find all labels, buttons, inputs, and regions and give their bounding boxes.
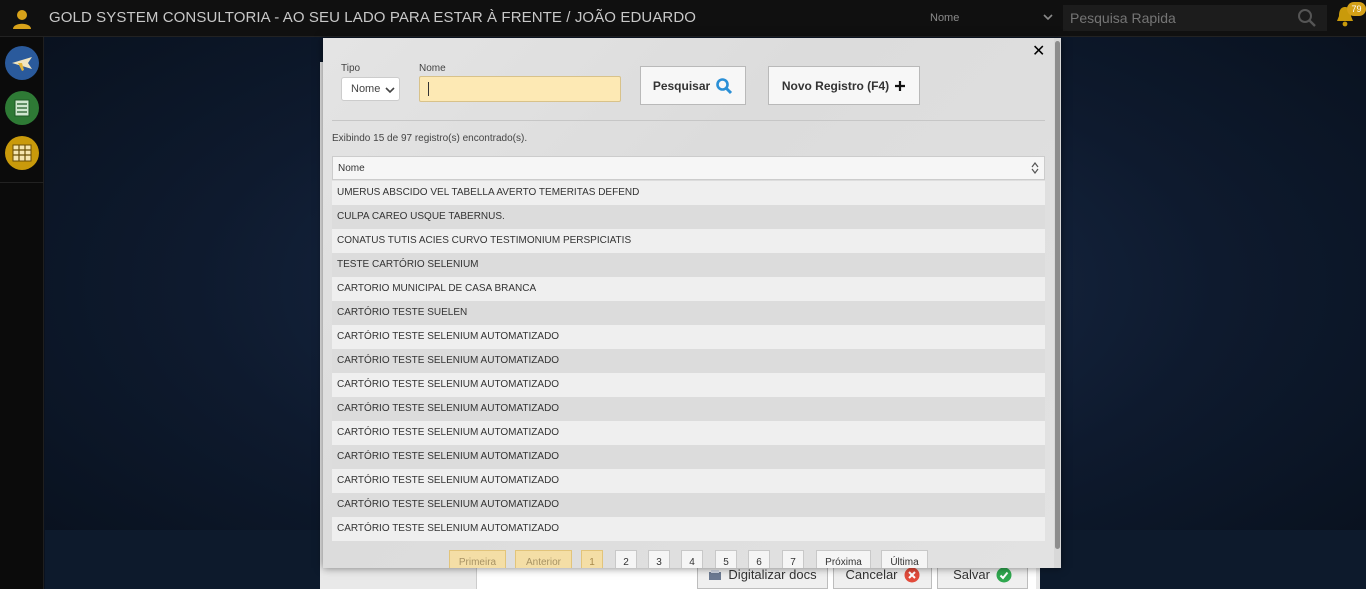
plus-icon [895,80,906,91]
pagination-page-5[interactable]: 5 [715,550,737,568]
pagination-page-7[interactable]: 7 [782,550,804,568]
user-avatar[interactable] [0,0,44,37]
scanner-icon [709,569,722,580]
table-row[interactable]: CARTORIO MUNICIPAL DE CASA BRANCA [332,277,1045,301]
rail-button-grid[interactable] [5,136,39,170]
results-summary: Exibindo 15 de 97 registro(s) encontrado… [332,133,528,144]
modal-scrollbar[interactable] [1054,38,1061,568]
nome-input[interactable] [419,76,621,102]
left-rail [0,37,44,589]
sort-icon[interactable] [1031,162,1039,174]
pagination-next[interactable]: Próxima [816,550,871,568]
pagination-previous[interactable]: Anterior [515,550,572,568]
list-icon [14,99,30,117]
table-row[interactable]: CULPA CAREO USQUE TABERNUS. [332,205,1045,229]
tipo-select-value: Nome [351,83,381,95]
pagination-page-2[interactable]: 2 [615,550,637,568]
table-row[interactable]: CARTÓRIO TESTE SELENIUM AUTOMATIZADO [332,421,1045,445]
table-row[interactable]: TESTE CARTÓRIO SELENIUM [332,253,1045,277]
table-row[interactable]: CARTÓRIO TESTE SELENIUM AUTOMATIZADO [332,493,1045,517]
column-header-nome[interactable]: Nome [332,156,1045,180]
rail-button-travel[interactable] [5,46,39,80]
check-circle-icon [996,567,1012,582]
cancel-label: Cancelar [845,567,898,582]
chevron-down-icon [385,87,395,94]
close-icon[interactable]: ✕ [1032,44,1046,60]
table-row[interactable]: CARTÓRIO TESTE SELENIUM AUTOMATIZADO [332,373,1045,397]
table-row[interactable]: CARTÓRIO TESTE SELENIUM AUTOMATIZADO [332,349,1045,373]
rail-divider [0,182,44,183]
table-row[interactable]: CONATUS TUTIS ACIES CURVO TESTIMONIUM PE… [332,229,1045,253]
search-button[interactable]: Pesquisar [640,66,746,105]
airplane-icon [12,57,32,71]
text-caret [428,82,429,96]
table-row[interactable]: CARTÓRIO TESTE SELENIUM AUTOMATIZADO [332,517,1045,541]
column-header-label: Nome [338,163,365,174]
tipo-label: Tipo [341,63,361,74]
grid-icon [12,144,32,162]
pagination-page-3[interactable]: 3 [648,550,670,568]
pagination-first[interactable]: Primeira [449,550,506,568]
tipo-select[interactable]: Nome [341,77,400,101]
app-title: GOLD SYSTEM CONSULTORIA - AO SEU LADO PA… [49,9,697,26]
new-record-label: Novo Registro (F4) [781,78,890,93]
notification-badge: 79 [1347,2,1366,16]
search-button-label: Pesquisar [652,78,711,93]
pagination-page-4[interactable]: 4 [681,550,703,568]
scan-docs-label: Digitalizar docs [728,567,817,582]
pagination-page-6[interactable]: 6 [748,550,770,568]
table-row[interactable]: CARTÓRIO TESTE SELENIUM AUTOMATIZADO [332,469,1045,493]
new-record-button[interactable]: Novo Registro (F4) [768,66,920,105]
search-type-value: Nome [930,12,960,24]
table-row[interactable]: UMERUS ABSCIDO VEL TABELLA AVERTO TEMERI… [332,181,1045,205]
results-list: UMERUS ABSCIDO VEL TABELLA AVERTO TEMERI… [332,181,1045,541]
search-icon[interactable] [1297,8,1317,28]
close-circle-icon [904,567,920,582]
user-icon [13,9,31,29]
quick-search-input[interactable] [1063,5,1327,31]
rail-button-list[interactable] [5,91,39,125]
pagination-page-1[interactable]: 1 [581,550,603,568]
search-icon [716,77,733,94]
search-modal: ✕ Tipo Nome Nome Pesquisar Novo Registro… [323,38,1061,568]
pagination-last[interactable]: Última [881,550,928,568]
table-row[interactable]: CARTÓRIO TESTE SELENIUM AUTOMATIZADO [332,397,1045,421]
table-row[interactable]: CARTÓRIO TESTE SELENIUM AUTOMATIZADO [332,445,1045,469]
divider [332,120,1045,121]
nome-label: Nome [419,63,446,74]
top-bar: GOLD SYSTEM CONSULTORIA - AO SEU LADO PA… [0,0,1366,37]
scrollbar-thumb[interactable] [1055,41,1060,549]
save-label: Salvar [953,567,990,582]
search-type-select[interactable]: Nome [925,5,1058,31]
chevron-down-icon [1043,14,1053,21]
table-row[interactable]: CARTÓRIO TESTE SUELEN [332,301,1045,325]
table-row[interactable]: CARTÓRIO TESTE SELENIUM AUTOMATIZADO [332,325,1045,349]
